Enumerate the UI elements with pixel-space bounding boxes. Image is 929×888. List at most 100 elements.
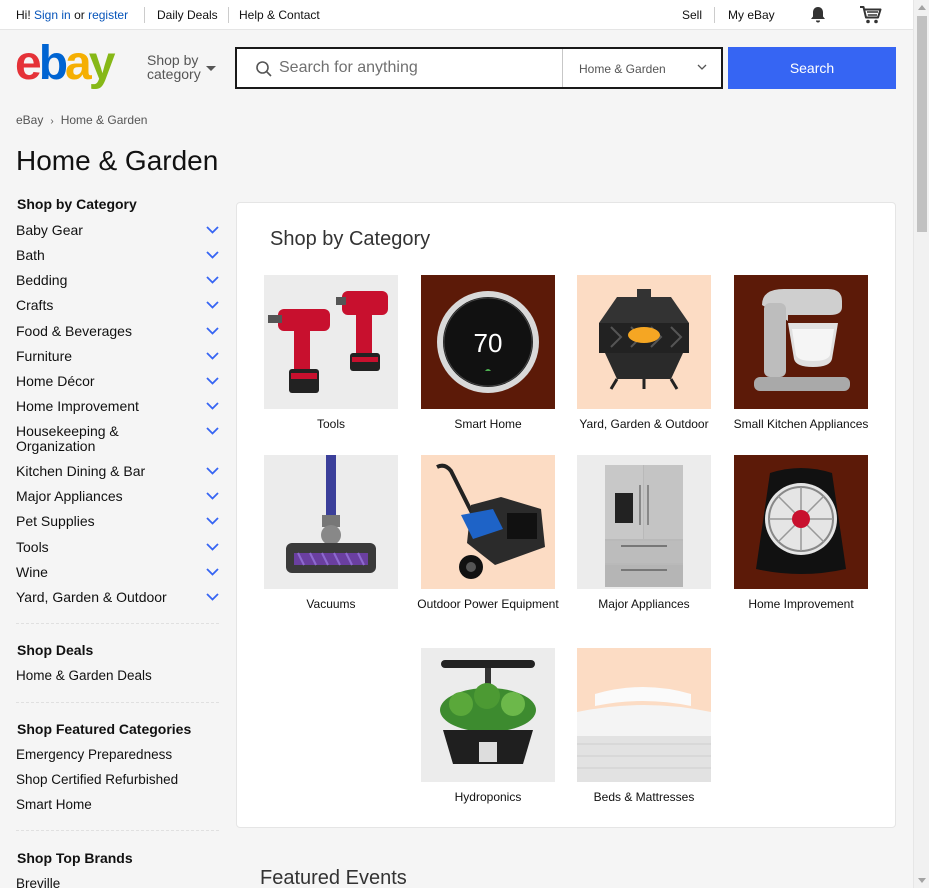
chevron-down-icon[interactable] [206, 301, 219, 309]
category-tile-home-improvement[interactable]: Home Improvement [734, 455, 868, 611]
search-button[interactable]: Search [728, 47, 896, 89]
breadcrumb-home-garden[interactable]: Home & Garden [61, 113, 148, 127]
category-tile-beds-mattresses[interactable]: Beds & Mattresses [577, 648, 711, 804]
tile-label[interactable]: Outdoor Power Equipment [408, 597, 568, 611]
small-kitchen-appliances-image[interactable] [734, 275, 868, 409]
breadcrumb: eBay › Home & Garden [16, 113, 147, 127]
beds-mattresses-image[interactable] [577, 648, 711, 782]
tile-label[interactable]: Tools [251, 417, 411, 431]
chevron-down-icon[interactable] [206, 276, 219, 284]
sidebar-link-home-garden-deals[interactable]: Home & Garden Deals [16, 668, 152, 683]
sidebar-item-furniture[interactable]: Furniture [16, 349, 219, 364]
category-tile-outdoor-power-equipment[interactable]: Outdoor Power Equipment [417, 455, 559, 611]
outdoor-power-equipment-image[interactable] [421, 455, 555, 589]
chevron-down-icon[interactable] [206, 427, 219, 435]
tile-label[interactable]: Small Kitchen Appliances [721, 417, 881, 431]
sidebar-item-major-appliances[interactable]: Major Appliances [16, 489, 219, 504]
scrollbar-thumb[interactable] [917, 16, 927, 232]
sidebar-item-label: Baby Gear [16, 222, 83, 238]
category-tile-hydroponics[interactable]: Hydroponics [421, 648, 555, 804]
daily-deals-link[interactable]: Daily Deals [157, 8, 218, 22]
shop-by-category-button[interactable]: Shop by category [147, 52, 216, 81]
chevron-down-icon[interactable] [206, 327, 219, 335]
sidebar-link-emergency-preparedness[interactable]: Emergency Preparedness [16, 747, 172, 762]
major-appliances-image[interactable] [577, 455, 711, 589]
sidebar-item-crafts[interactable]: Crafts [16, 298, 219, 313]
sidebar-heading-shop-by-category: Shop by Category [17, 196, 137, 212]
chevron-down-icon[interactable] [206, 226, 219, 234]
search-category-value: Home & Garden [579, 62, 666, 76]
sidebar-item-housekeeping[interactable]: Housekeeping & Organization [16, 424, 219, 454]
scroll-down-arrow-icon[interactable] [918, 878, 926, 883]
sidebar-item-food-beverages[interactable]: Food & Beverages [16, 324, 219, 339]
help-contact-link[interactable]: Help & Contact [239, 8, 320, 22]
sidebar-item-label: Home Improvement [16, 398, 139, 414]
sidebar-item-label: Crafts [16, 297, 54, 313]
sign-in-link[interactable]: Sign in [34, 8, 71, 22]
tools-image[interactable] [264, 275, 398, 409]
category-tile-tools[interactable]: Tools [264, 275, 398, 431]
sidebar-item-tools[interactable]: Tools [16, 540, 219, 555]
hydroponics-image[interactable] [421, 648, 555, 782]
search-input[interactable] [279, 55, 559, 81]
tile-label[interactable]: Home Improvement [721, 597, 881, 611]
chevron-down-icon[interactable] [206, 352, 219, 360]
sell-link[interactable]: Sell [682, 8, 702, 22]
sidebar-item-label: Pet Supplies [16, 513, 95, 529]
tile-label[interactable]: Smart Home [408, 417, 568, 431]
chevron-down-icon[interactable] [206, 467, 219, 475]
smart-home-image[interactable]: 70 [421, 275, 555, 409]
sidebar-item-yard-garden-outdoor[interactable]: Yard, Garden & Outdoor [16, 590, 219, 605]
notification-bell-icon[interactable] [810, 6, 826, 24]
shop-by-category-card: Shop by Category Tools 70 Smart Home Yar… [236, 202, 896, 828]
chevron-down-icon[interactable] [206, 402, 219, 410]
page-scrollbar[interactable] [913, 0, 929, 888]
shop-by-line1: Shop by [147, 52, 199, 68]
chevron-down-icon[interactable] [206, 377, 219, 385]
sidebar-item-home-improvement[interactable]: Home Improvement [16, 399, 219, 414]
sidebar-link-smart-home[interactable]: Smart Home [16, 797, 92, 812]
sidebar-link-breville[interactable]: Breville [16, 876, 60, 888]
home-improvement-image[interactable] [734, 455, 868, 589]
chevron-down-icon[interactable] [206, 251, 219, 259]
sidebar-item-wine[interactable]: Wine [16, 565, 219, 580]
search-bar: Home & Garden [235, 47, 723, 89]
divider [714, 7, 715, 23]
tile-label[interactable]: Vacuums [251, 597, 411, 611]
ebay-logo[interactable]: ebay [15, 41, 135, 93]
search-category-select[interactable]: Home & Garden [562, 49, 723, 87]
sidebar-item-kitchen-dining-bar[interactable]: Kitchen Dining & Bar [16, 464, 219, 479]
cart-icon[interactable] [859, 5, 883, 25]
category-tile-smart-home[interactable]: 70 Smart Home [421, 275, 555, 431]
sidebar-item-pet-supplies[interactable]: Pet Supplies [16, 514, 219, 529]
scroll-up-arrow-icon[interactable] [918, 5, 926, 10]
sidebar-heading-shop-top-brands: Shop Top Brands [17, 850, 133, 866]
tile-label[interactable]: Beds & Mattresses [564, 790, 724, 804]
chevron-down-icon[interactable] [206, 593, 219, 601]
tile-label[interactable]: Yard, Garden & Outdoor [564, 417, 724, 431]
sidebar-item-baby-gear[interactable]: Baby Gear [16, 223, 219, 238]
vacuums-image[interactable] [264, 455, 398, 589]
sidebar-item-bath[interactable]: Bath [16, 248, 219, 263]
sidebar-divider [16, 830, 219, 831]
chevron-down-icon[interactable] [206, 492, 219, 500]
tile-label[interactable]: Major Appliances [564, 597, 724, 611]
chevron-down-icon[interactable] [206, 517, 219, 525]
category-tile-small-kitchen-appliances[interactable]: Small Kitchen Appliances [734, 275, 868, 431]
yard-garden-image[interactable] [577, 275, 711, 409]
tile-label[interactable]: Hydroponics [408, 790, 568, 804]
register-link[interactable]: register [88, 8, 128, 22]
sidebar-link-certified-refurbished[interactable]: Shop Certified Refurbished [16, 772, 178, 787]
category-tile-yard-garden-outdoor[interactable]: Yard, Garden & Outdoor [577, 275, 711, 431]
sidebar-item-label: Bedding [16, 272, 68, 288]
sidebar-item-label: Major Appliances [16, 488, 123, 504]
category-tile-vacuums[interactable]: Vacuums [264, 455, 398, 611]
sidebar-item-bedding[interactable]: Bedding [16, 273, 219, 288]
caret-down-icon [206, 66, 216, 71]
chevron-down-icon[interactable] [206, 543, 219, 551]
my-ebay-link[interactable]: My eBay [728, 8, 775, 22]
breadcrumb-ebay[interactable]: eBay [16, 113, 43, 127]
chevron-down-icon[interactable] [206, 568, 219, 576]
sidebar-item-home-decor[interactable]: Home Décor [16, 374, 219, 389]
category-tile-major-appliances[interactable]: Major Appliances [577, 455, 711, 611]
